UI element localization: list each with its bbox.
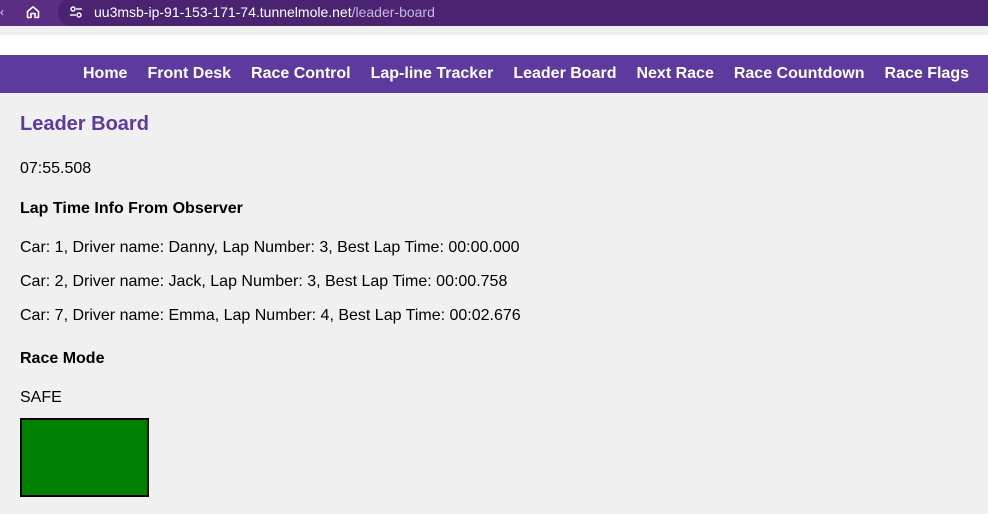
url-path: /leader-board — [351, 4, 435, 20]
nav-link-home[interactable]: Home — [83, 65, 127, 83]
nav-link-race-control[interactable]: Race Control — [251, 65, 351, 83]
url-text[interactable]: uu3msb-ip-91-153-171-74.tunnelmole.net/l… — [94, 4, 435, 20]
browser-toolbar: ‹ uu3msb-ip-91-153-171-74.tunnelmole.net… — [0, 0, 988, 26]
page-top-band — [0, 35, 988, 55]
race-mode-value: SAFE — [20, 389, 62, 406]
lap-row: Car: 1, Driver name: Danny, Lap Number: … — [20, 239, 520, 256]
tune-icon[interactable] — [66, 2, 86, 22]
race-flag-indicator — [20, 418, 149, 497]
lap-row: Car: 7, Driver name: Emma, Lap Number: 4… — [20, 307, 521, 324]
back-icon[interactable]: ‹ — [0, 3, 4, 21]
home-icon[interactable] — [22, 2, 44, 22]
nav-link-lap-line-tracker[interactable]: Lap-line Tracker — [371, 65, 494, 83]
page-title: Leader Board — [20, 113, 149, 135]
url-host: uu3msb-ip-91-153-171-74.tunnelmole.net — [94, 4, 352, 20]
nav-link-next-race[interactable]: Next Race — [636, 65, 713, 83]
main-navbar: Home Front Desk Race Control Lap-line Tr… — [0, 55, 988, 93]
nav-link-front-desk[interactable]: Front Desk — [147, 65, 231, 83]
lap-row: Car: 2, Driver name: Jack, Lap Number: 3… — [20, 273, 508, 290]
nav-link-race-countdown[interactable]: Race Countdown — [734, 65, 865, 83]
main-content: Leader Board 07:55.508 Lap Time Info Fro… — [20, 112, 970, 497]
nav-link-race-flags[interactable]: Race Flags — [885, 65, 969, 83]
race-timer: 07:55.508 — [20, 160, 92, 177]
lap-info-heading: Lap Time Info From Observer — [20, 200, 243, 217]
race-mode-heading: Race Mode — [20, 350, 105, 367]
nav-link-leader-board[interactable]: Leader Board — [513, 65, 616, 83]
